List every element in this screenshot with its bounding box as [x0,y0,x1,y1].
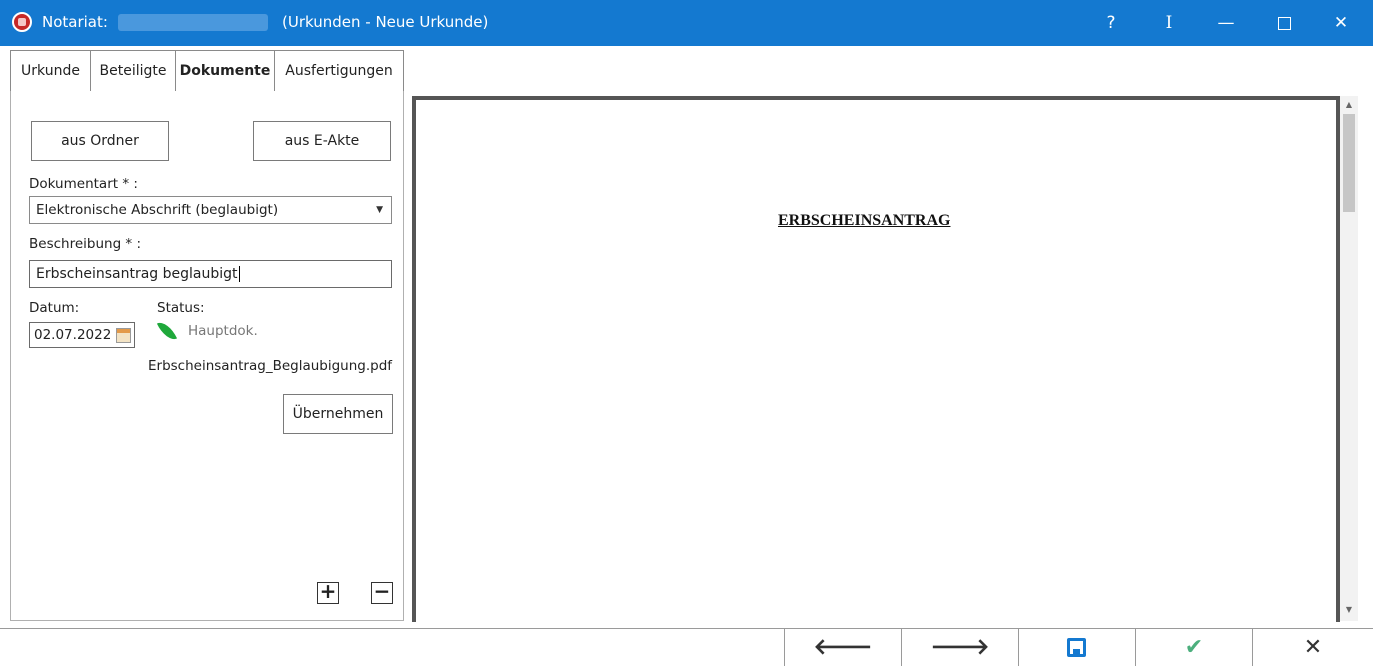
bottom-action-bar: 🡐 🡒 ✔ ✕ [0,628,1373,666]
date-value: 02.07.2022 [34,327,112,343]
preview-scrollbar[interactable]: ▲ ▼ [1340,96,1358,621]
date-input[interactable]: 02.07.2022 [29,322,135,348]
close-window-button[interactable]: ✕ [1313,0,1369,46]
add-document-button[interactable]: + [317,581,339,604]
floppy-disk-icon [1067,638,1086,657]
help-button[interactable]: ? [1083,0,1139,46]
tab-urkunde[interactable]: Urkunde [10,50,91,92]
doc-type-value: Elektronische Abschrift (beglaubigt) [36,202,279,218]
document-preview[interactable]: ERBSCHEINSANTRAG [412,96,1340,622]
scroll-thumb[interactable] [1343,114,1355,212]
apply-button[interactable]: Übernehmen [283,394,393,434]
status-value: Hauptdok. [188,323,258,339]
minimize-button[interactable]: — [1198,0,1254,46]
checkmark-icon: ✔ [1184,635,1204,660]
app-title: Notariat: [42,13,108,31]
previous-button[interactable]: 🡐 [784,629,901,666]
description-label: Beschreibung * : [29,236,142,252]
tab-dokumente[interactable]: Dokumente [175,50,275,92]
date-label: Datum: [29,300,80,316]
doc-type-select[interactable]: Elektronische Abschrift (beglaubigt) ▼ [29,196,392,224]
calendar-icon[interactable] [116,328,131,343]
redacted-title-text [118,14,268,31]
tab-ausfertigungen[interactable]: Ausfertigungen [274,50,404,92]
window-context-title: (Urkunden - Neue Urkunde) [282,13,489,31]
tab-beteiligte[interactable]: Beteiligte [90,50,176,92]
arrow-right-icon: 🡒 [930,635,990,660]
from-folder-button[interactable]: aus Ordner [31,121,169,161]
next-button[interactable]: 🡒 [901,629,1018,666]
leaf-status-icon [156,318,178,344]
close-icon: ✕ [1303,635,1323,660]
document-form-panel: aus Ordner aus E-Akte Dokumentart * : El… [10,91,404,621]
info-button[interactable]: I [1141,0,1197,46]
doc-type-label: Dokumentart * : [29,176,138,192]
description-input[interactable]: Erbscheinsantrag beglaubigt [29,260,392,288]
title-bar: Notariat: (Urkunden - Neue Urkunde) ? I … [0,0,1373,46]
scroll-down-icon[interactable]: ▼ [1340,605,1358,614]
maximize-button[interactable] [1256,0,1312,46]
arrow-left-icon: 🡐 [813,635,873,660]
file-name: Erbscheinsantrag_Beglaubigung.pdf [148,358,393,374]
save-button[interactable] [1018,629,1135,666]
remove-document-button[interactable]: − [371,581,393,604]
app-logo-icon [12,12,32,32]
from-eakte-button[interactable]: aus E-Akte [253,121,391,161]
chevron-down-icon: ▼ [376,205,383,215]
status-label: Status: [157,300,205,316]
scroll-up-icon[interactable]: ▲ [1340,100,1358,109]
maximize-icon [1277,16,1291,30]
cancel-button[interactable]: ✕ [1252,629,1373,666]
confirm-button[interactable]: ✔ [1135,629,1252,666]
description-value: Erbscheinsantrag beglaubigt [36,266,238,282]
document-heading: ERBSCHEINSANTRAG [778,212,951,229]
text-caret [238,266,240,282]
